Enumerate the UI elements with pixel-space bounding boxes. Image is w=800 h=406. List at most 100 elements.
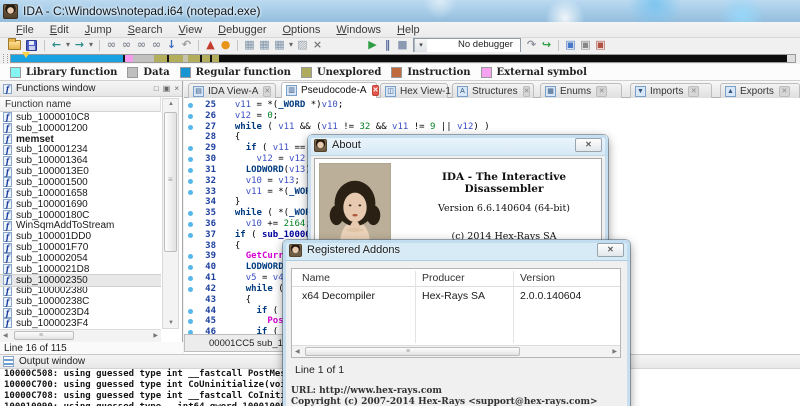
function-row[interactable]: f sub_100001690 (0, 199, 161, 210)
menu-item-search[interactable]: Search (120, 23, 171, 37)
function-row[interactable]: f sub_1000023F4 (0, 318, 161, 329)
scroll-left-icon[interactable]: ◀ (295, 348, 300, 355)
functions-horizontal-scrollbar[interactable]: ◀ ▶ (0, 329, 161, 342)
function-row[interactable]: f sub_1000023D4 (0, 307, 161, 318)
edit-type-icon[interactable]: ▨ (295, 38, 310, 52)
column-header-name[interactable]: Name (302, 272, 330, 284)
code-line[interactable]: 26 v12 = 0; (184, 111, 800, 122)
function-row[interactable]: f sub_100001200 (0, 123, 161, 134)
tab-structures[interactable]: A Structures ✕ (452, 83, 534, 98)
nav-forward-icon[interactable]: → (72, 38, 87, 52)
function-row[interactable]: f sub_100001DD0 (0, 231, 161, 242)
debug-a-icon[interactable]: ▦ (242, 38, 257, 52)
function-row[interactable]: f sub_1000013E0 (0, 166, 161, 177)
scroll-right-icon[interactable]: ▶ (612, 348, 617, 355)
menu-item-options[interactable]: Options (274, 23, 328, 37)
column-header-version[interactable]: Version (520, 272, 555, 284)
debug-b-icon[interactable]: ▦ (257, 38, 272, 52)
function-row[interactable]: f sub_100002380 (0, 285, 161, 296)
delete-icon[interactable]: × (310, 38, 325, 52)
function-row[interactable]: f sub_10000238C (0, 296, 161, 307)
code-line[interactable]: 25 v11 = *(_WORD *)v10; (184, 100, 800, 111)
scrollbar-thumb[interactable] (305, 347, 520, 356)
stop-icon[interactable]: ■ (395, 38, 410, 52)
chevron-down-icon[interactable]: ▾ (414, 38, 427, 52)
scroll-left-icon[interactable]: ◀ (3, 332, 8, 339)
undo-jump-icon[interactable]: ↶ (179, 38, 194, 52)
close-icon[interactable]: ✕ (597, 243, 624, 257)
menu-item-help[interactable]: Help (389, 23, 428, 37)
function-name-column-header[interactable]: Function name (0, 97, 161, 112)
attach-process-icon[interactable]: ↷ (524, 38, 539, 52)
scrollbar-thumb[interactable] (164, 112, 177, 252)
debugger-select[interactable]: No debugger ▾ (413, 37, 521, 53)
float-icon[interactable]: ▣ (163, 84, 171, 93)
tab-close-icon[interactable]: ✕ (596, 85, 608, 97)
function-row[interactable]: f sub_1000021D8 (0, 264, 161, 275)
addons-horizontal-scrollbar[interactable]: ◀ ▶ (292, 345, 620, 357)
lumina-icon[interactable]: ● (218, 38, 233, 52)
jump-address-icon[interactable]: ↓ (164, 38, 179, 52)
code-line[interactable]: 27 while ( v11 && (v11 != 32 && v11 != 9… (184, 122, 800, 133)
run-icon[interactable]: ▶ (365, 38, 380, 52)
breakpoint-list-icon[interactable]: ▣ (563, 38, 578, 52)
toolbar-separator (44, 39, 45, 51)
function-row[interactable]: f sub_100001364 (0, 155, 161, 166)
nav-forward-more-icon[interactable]: ▾ (87, 38, 95, 52)
tab-close-icon[interactable]: ✕ (263, 85, 272, 97)
nav-back-icon[interactable]: ← (49, 38, 64, 52)
addon-row[interactable]: x64 Decompiler Hex-Rays SA 2.0.0.140604 (292, 287, 620, 303)
save-file-icon[interactable] (26, 39, 37, 51)
tab-ida-view-a[interactable]: ▤ IDA View-A ✕ (188, 83, 276, 98)
breakpoint-add-icon[interactable]: ▣ (578, 38, 593, 52)
breakpoint-del-icon[interactable]: ▣ (593, 38, 608, 52)
restore-icon[interactable]: □ (154, 84, 159, 93)
tab-close-icon[interactable]: ✕ (371, 85, 380, 96)
scroll-down-icon[interactable]: ▼ (165, 320, 177, 326)
search-binary-icon[interactable]: ∞ (134, 38, 149, 52)
debug-c-icon[interactable]: ▦ (272, 38, 287, 52)
functions-vertical-scrollbar[interactable]: ▲ ▼ (162, 98, 179, 329)
column-header-producer[interactable]: Producer (422, 272, 465, 284)
start-process-icon[interactable]: ↪ (539, 38, 554, 52)
menu-item-file[interactable]: File (8, 23, 42, 37)
menu-item-edit[interactable]: Edit (42, 23, 77, 37)
menu-item-jump[interactable]: Jump (77, 23, 120, 37)
function-row[interactable]: f sub_100001658 (0, 188, 161, 199)
function-row[interactable]: f sub_100001F70 (0, 242, 161, 253)
tab-pseudocode-a[interactable]: ▥ Pseudocode-A ✕ (281, 82, 380, 98)
scroll-up-icon[interactable]: ▲ (165, 101, 177, 107)
close-icon[interactable]: ✕ (575, 138, 602, 152)
menu-item-windows[interactable]: Windows (328, 23, 389, 37)
problems-list-icon[interactable]: ▲ (203, 38, 218, 52)
tab-close-icon[interactable]: ✕ (778, 85, 790, 97)
tab-close-icon[interactable]: ✕ (688, 85, 700, 97)
search-sequence-icon[interactable]: ∞ (149, 38, 164, 52)
tab-close-icon[interactable]: ✕ (522, 85, 531, 97)
pause-icon[interactable]: ‖ (380, 38, 395, 52)
tab-exports[interactable]: ▲ Exports ✕ (720, 83, 800, 98)
menu-item-debugger[interactable]: Debugger (210, 23, 274, 37)
open-file-icon[interactable] (8, 38, 21, 50)
tab-enums[interactable]: ▦ Enums ✕ (540, 83, 622, 98)
navband-track[interactable] (10, 53, 796, 63)
function-row[interactable]: f sub_100001500 (0, 177, 161, 188)
function-row[interactable]: f sub_100002350 (0, 273, 161, 287)
function-row[interactable]: f sub_100002054 (0, 253, 161, 264)
function-row[interactable]: f sub_1000010C8 (0, 112, 161, 123)
function-row[interactable]: f memset (0, 134, 161, 145)
menu-item-view[interactable]: View (171, 23, 211, 37)
scroll-right-icon[interactable]: ▶ (153, 332, 158, 339)
scrollbar-thumb[interactable] (14, 331, 74, 340)
function-row[interactable]: f sub_100001234 (0, 144, 161, 155)
tab-imports[interactable]: ▼ Imports ✕ (630, 83, 712, 98)
search-next-icon[interactable]: ∞ (119, 38, 134, 52)
debug-more-icon[interactable]: ▾ (287, 38, 295, 52)
function-row[interactable]: f WinSqmAddToStream (0, 220, 161, 231)
function-row[interactable]: f sub_10000180C (0, 210, 161, 221)
nav-back-more-icon[interactable]: ▾ (64, 38, 72, 52)
tab-hex-view-1[interactable]: ◫Hex View-1✕ (380, 83, 464, 98)
navband-grip[interactable] (3, 53, 8, 63)
search-text-icon[interactable]: ∞ (104, 38, 119, 52)
close-icon[interactable]: × (174, 84, 179, 93)
